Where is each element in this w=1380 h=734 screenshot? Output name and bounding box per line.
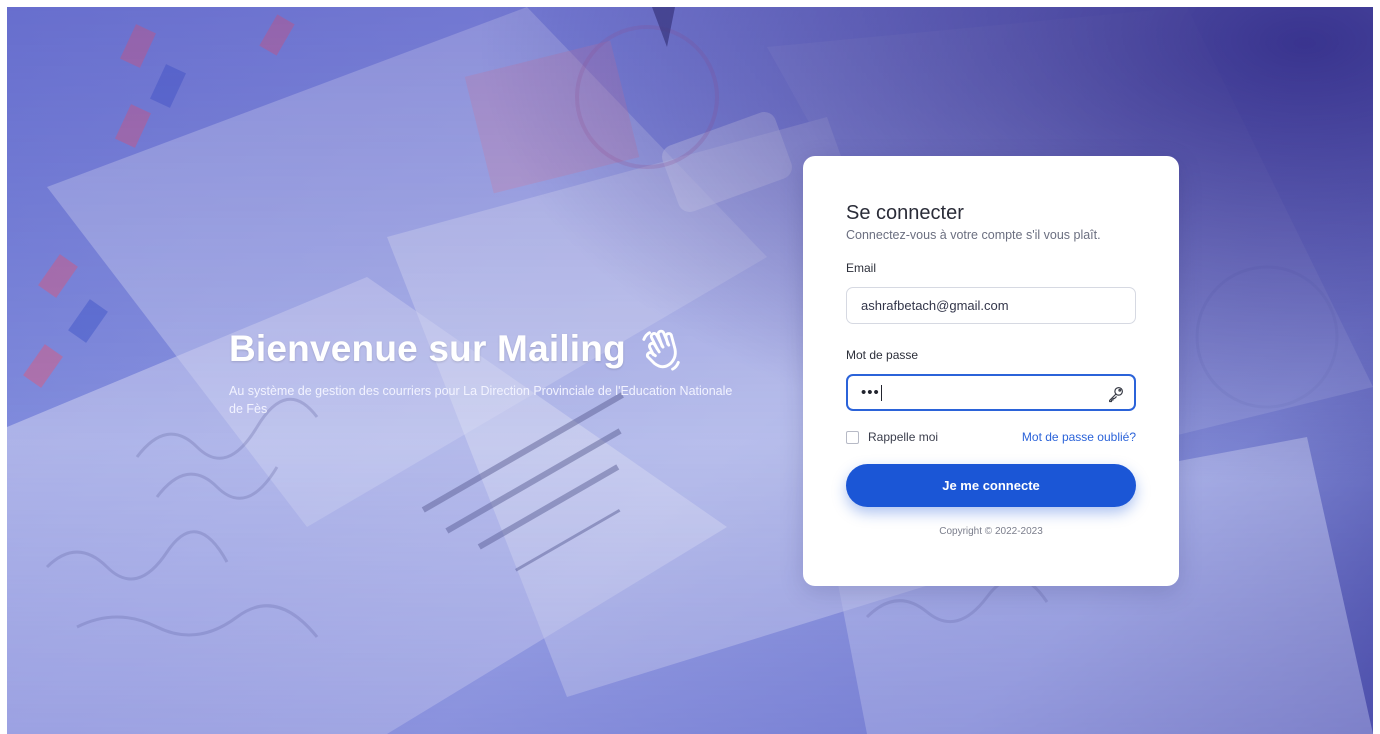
forgot-password-link[interactable]: Mot de passe oublié? bbox=[1022, 430, 1136, 444]
copyright-text: Copyright © 2022-2023 bbox=[939, 526, 1043, 537]
key-icon[interactable] bbox=[1107, 385, 1125, 403]
login-form: Se connecter Connectez-vous à votre comp… bbox=[846, 200, 1136, 537]
welcome-subtitle: Au système de gestion des courriers pour… bbox=[229, 384, 733, 416]
email-input[interactable]: ashrafbetach@gmail.com bbox=[846, 287, 1136, 324]
welcome-title-row: Bienvenue sur Mailing bbox=[229, 326, 769, 372]
password-value: ••• bbox=[861, 384, 880, 401]
welcome-title: Bienvenue sur Mailing bbox=[229, 327, 626, 369]
login-button[interactable]: Je me connecte bbox=[846, 464, 1136, 507]
remember-me[interactable]: Rappelle moi bbox=[846, 430, 938, 444]
login-card: Se connecter Connectez-vous à votre comp… bbox=[803, 156, 1179, 586]
remember-me-label: Rappelle moi bbox=[868, 430, 939, 444]
waving-hand-icon bbox=[642, 329, 680, 371]
welcome-section: Bienvenue sur Mailing Au système de gest… bbox=[229, 326, 769, 418]
remember-me-checkbox[interactable] bbox=[846, 430, 859, 444]
login-subtitle: Connectez-vous à votre compte s'il vous … bbox=[846, 228, 1101, 242]
login-title: Se connecter bbox=[846, 202, 964, 224]
email-value: ashrafbetach@gmail.com bbox=[861, 298, 1009, 313]
email-label: Email bbox=[846, 261, 877, 275]
form-options-row: Rappelle moi Mot de passe oublié? bbox=[846, 430, 1136, 444]
text-caret bbox=[880, 384, 882, 401]
password-label: Mot de passe bbox=[846, 348, 919, 362]
password-input[interactable]: ••• bbox=[846, 374, 1136, 411]
